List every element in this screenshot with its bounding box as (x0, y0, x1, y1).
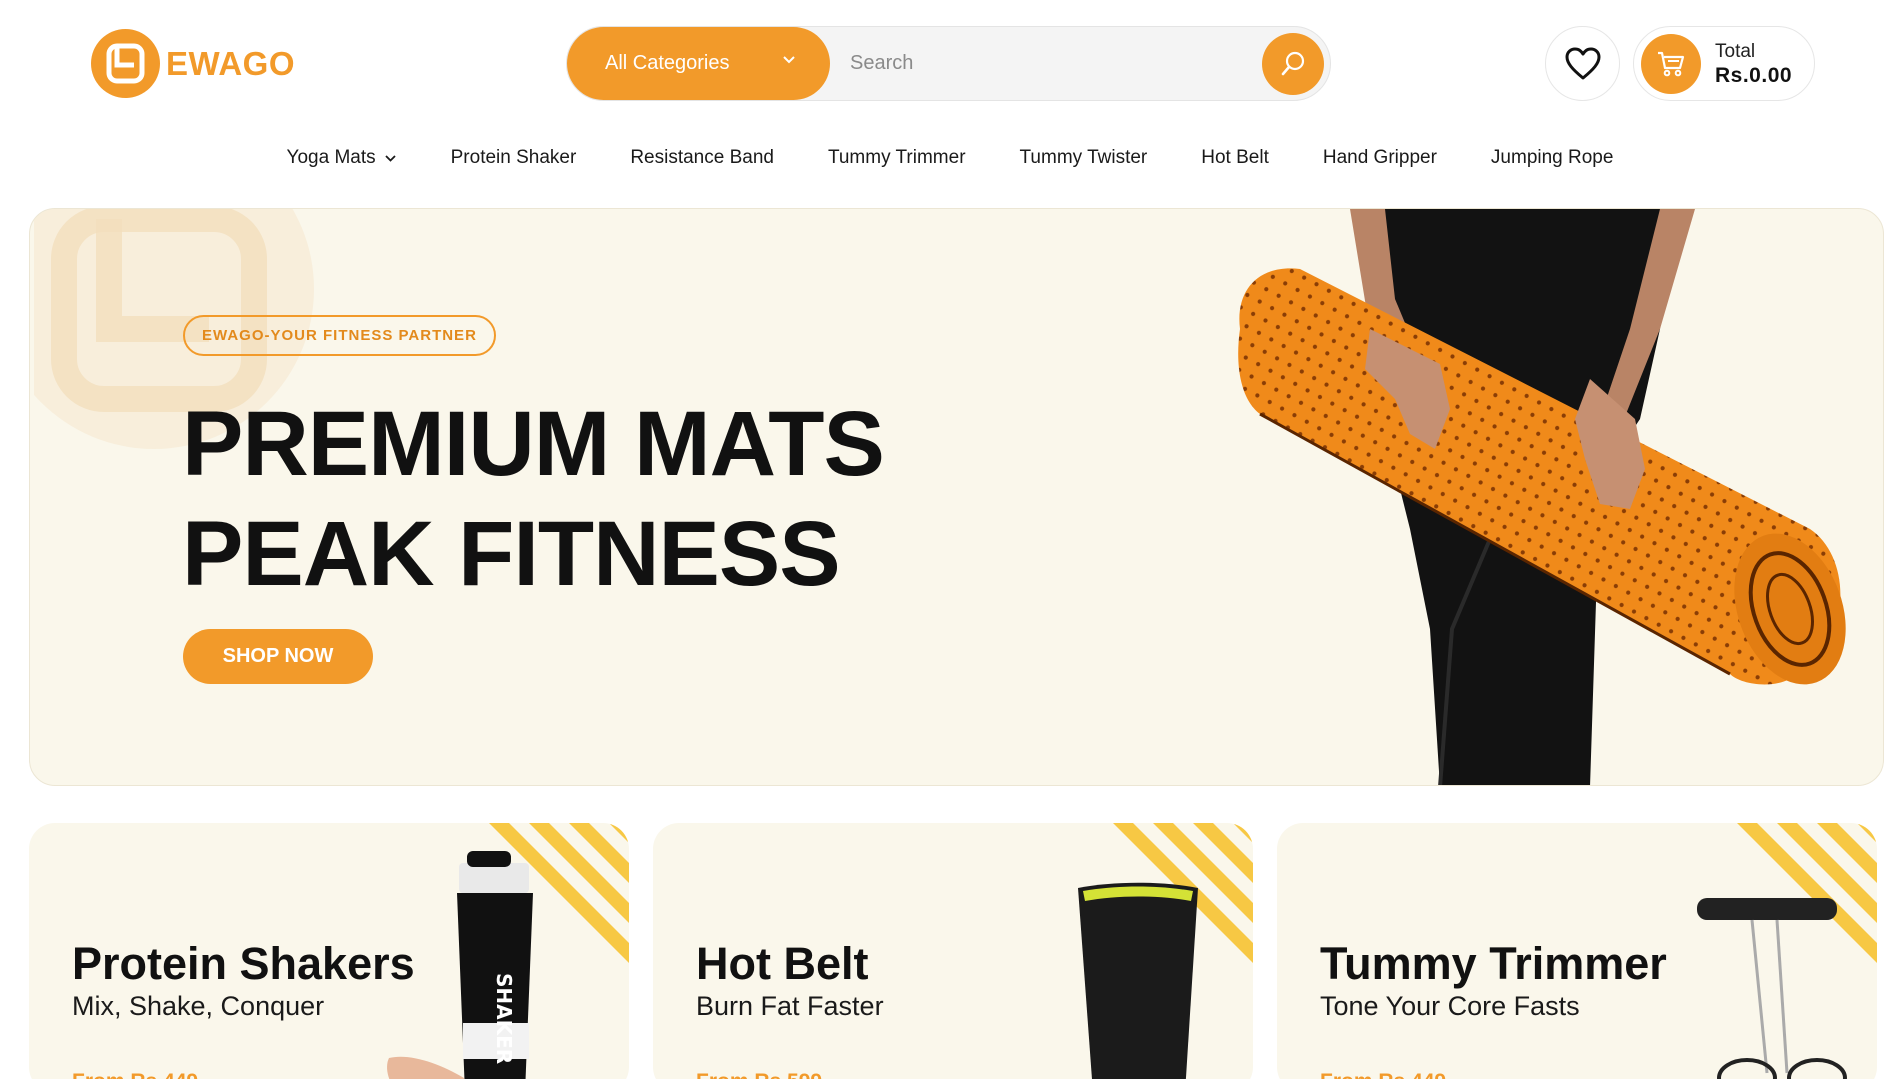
card-price: From Rs.449 (72, 1070, 198, 1079)
nav-item-label: Hot Belt (1201, 147, 1269, 168)
nav-item-hot-belt[interactable]: Hot Belt (1174, 140, 1296, 176)
search-bar: All Categories (566, 26, 1331, 101)
nav-item-tummy-trimmer[interactable]: Tummy Trimmer (801, 140, 993, 176)
card-price: From Rs.599 (696, 1070, 822, 1079)
hero-banner: EWAGO-YOUR FITNESS PARTNER PREMIUM MATS … (29, 208, 1884, 786)
yoga-mat-image (1238, 209, 1846, 785)
cart-total: Rs.0.00 (1715, 63, 1793, 87)
card-subtitle: Burn Fat Faster (696, 991, 884, 1021)
nav-item-label: Hand Gripper (1322, 147, 1437, 168)
hero-title: PREMIUM MATS PEAK FITNESS (182, 389, 885, 609)
card-price: From Rs.449 (1320, 1070, 1446, 1079)
shop-now-button[interactable]: SHOP NOW (183, 629, 373, 684)
nav-item-yoga-mats[interactable]: Yoga Mats (260, 140, 424, 176)
cart-button[interactable]: Total Rs.0.00 (1633, 26, 1815, 101)
logo-icon (91, 29, 160, 98)
cart-label: Total (1715, 40, 1756, 62)
wishlist-button[interactable] (1545, 26, 1620, 101)
hero-title-line-1: PREMIUM MATS (182, 393, 885, 495)
nav-item-protein-shaker[interactable]: Protein Shaker (424, 140, 604, 176)
search-input[interactable] (830, 27, 1262, 100)
chevron-down-icon (783, 56, 795, 64)
card-title: Protein Shakers (72, 938, 415, 989)
search-button[interactable] (1262, 32, 1324, 95)
hot-belt-image (1078, 882, 1198, 1079)
card-subtitle: Mix, Shake, Conquer (72, 991, 325, 1021)
category-dropdown[interactable]: All Categories (567, 27, 830, 100)
heart-icon (1565, 47, 1600, 79)
search-icon (1281, 51, 1305, 75)
site-header: EWAGO All Categories Search Total Rs.0.0… (0, 0, 1900, 130)
card-title: Hot Belt (696, 938, 869, 989)
hero-title-line-2: PEAK FITNESS (182, 503, 841, 605)
card-subtitle: Tone Your Core Fasts (1320, 991, 1580, 1021)
category-card-hot-belt[interactable]: Hot Belt Burn Fat Faster From Rs.599 (653, 823, 1253, 1079)
category-card-tummy-trimmer[interactable]: Tummy Trimmer Tone Your Core Fasts From … (1277, 823, 1877, 1079)
chevron-down-icon (384, 154, 396, 162)
cart-icon (1641, 33, 1701, 94)
cart-summary: Total Rs.0.00 (1715, 40, 1792, 88)
nav-item-label: Resistance Band (630, 147, 774, 168)
hero-tagline: EWAGO-YOUR FITNESS PARTNER (183, 315, 496, 356)
nav-item-label: Jumping Rope (1490, 147, 1614, 168)
brand-logo[interactable]: EWAGO (91, 29, 295, 98)
nav-item-tummy-twister[interactable]: Tummy Twister (993, 140, 1175, 176)
card-title: Tummy Trimmer (1320, 938, 1667, 989)
nav-item-hand-gripper[interactable]: Hand Gripper (1296, 140, 1464, 176)
category-dropdown-label: All Categories (605, 52, 730, 74)
nav-item-label: Protein Shaker (450, 147, 577, 168)
brand-name: EWAGO (166, 44, 296, 82)
nav-item-label: Tummy Twister (1019, 147, 1148, 168)
nav-item-label: Tummy Trimmer (827, 147, 966, 168)
svg-text:SHAKER: SHAKER (492, 973, 516, 1064)
main-nav: Yoga Mats Protein Shaker Resistance Band… (0, 140, 1900, 176)
category-card-protein-shakers[interactable]: SHAKER Protein Shakers Mix, Shake, Conqu… (29, 823, 629, 1079)
nav-item-jumping-rope[interactable]: Jumping Rope (1464, 140, 1641, 176)
nav-item-resistance-band[interactable]: Resistance Band (603, 140, 801, 176)
nav-item-label: Yoga Mats (286, 147, 376, 168)
